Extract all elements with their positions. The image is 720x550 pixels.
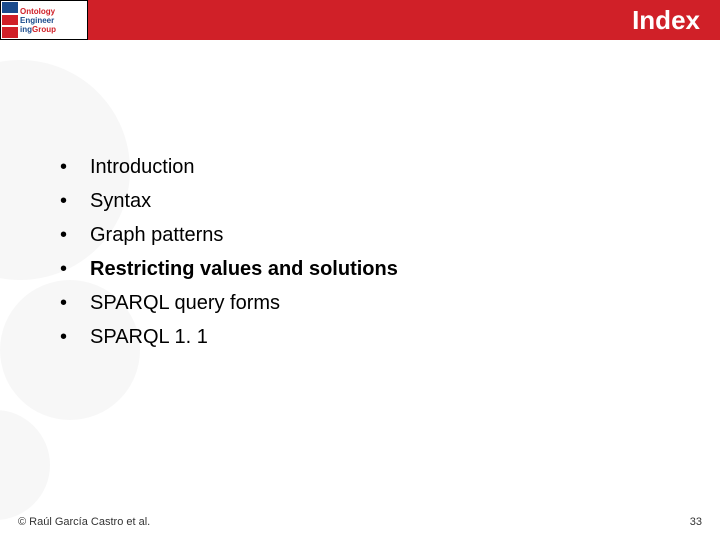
list-item: Restricting values and solutions [60, 252, 720, 286]
logo-line1: Ontology [20, 7, 55, 16]
copyright-text: © Raúl García Castro et al. [18, 516, 150, 528]
slide-footer: © Raúl García Castro et al. 33 [0, 516, 720, 528]
page-title: Index [632, 5, 700, 36]
list-item: Graph patterns [60, 218, 720, 252]
index-list: Introduction Syntax Graph patterns Restr… [60, 150, 720, 354]
logo: Ontology Engineer ingGroup [0, 0, 88, 40]
logo-line3b: Group [32, 25, 56, 34]
logo-text: Ontology Engineer ingGroup [20, 7, 56, 34]
slide-content: Introduction Syntax Graph patterns Restr… [0, 40, 720, 354]
logo-icon [2, 2, 18, 38]
header-bar: Index [88, 0, 720, 40]
list-item: Introduction [60, 150, 720, 184]
list-item-text: Restricting values and solutions [90, 252, 398, 286]
logo-line3: ing [20, 25, 32, 34]
list-item: SPARQL query forms [60, 286, 720, 320]
list-item-text: SPARQL query forms [90, 286, 280, 320]
list-item-text: Graph patterns [90, 218, 223, 252]
logo-line2: Engineer [20, 16, 54, 25]
list-item-text: SPARQL 1. 1 [90, 320, 208, 354]
list-item: Syntax [60, 184, 720, 218]
list-item-text: Syntax [90, 184, 151, 218]
list-item-text: Introduction [90, 150, 195, 184]
list-item: SPARQL 1. 1 [60, 320, 720, 354]
slide-header: Ontology Engineer ingGroup Index [0, 0, 720, 40]
page-number: 33 [690, 516, 702, 528]
